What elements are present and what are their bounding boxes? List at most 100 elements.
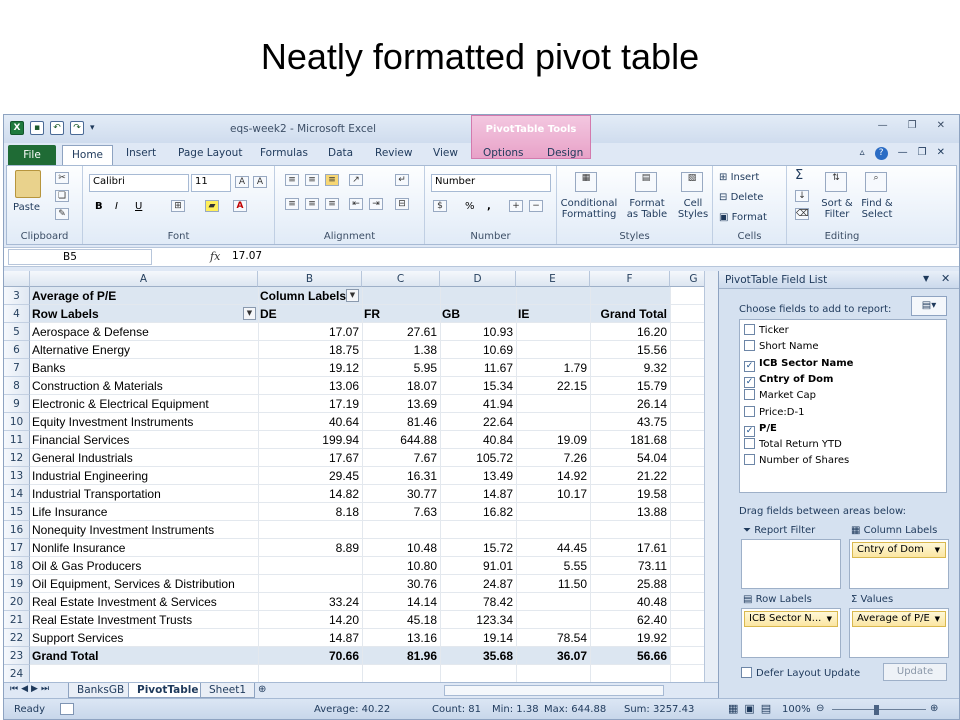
align-center-icon[interactable]: ≡ (305, 198, 319, 210)
bold-button[interactable]: B (95, 201, 103, 212)
tab-view[interactable]: View (433, 147, 458, 159)
checkbox-empty-icon[interactable] (744, 340, 755, 352)
value-cell[interactable] (258, 557, 362, 575)
row-label[interactable]: Real Estate Investment & Services (30, 593, 258, 611)
value-cell[interactable] (516, 341, 590, 359)
value-cell[interactable]: 15.72 (440, 539, 516, 557)
horizontal-scrollbar[interactable] (444, 685, 664, 696)
row-label[interactable]: Real Estate Investment Trusts (30, 611, 258, 629)
value-cell[interactable]: 19.58 (590, 485, 670, 503)
value-cell[interactable] (516, 395, 590, 413)
header-ie[interactable]: IE (516, 305, 590, 323)
italic-button[interactable]: I (115, 201, 118, 212)
decrease-indent-icon[interactable]: ⇤ (349, 198, 363, 210)
font-size-input[interactable]: 11 (191, 174, 231, 192)
header-grand-total[interactable]: Grand Total (590, 305, 670, 323)
value-cell[interactable] (516, 323, 590, 341)
format-as-table-button[interactable]: Format as Table (623, 198, 671, 220)
value-cell[interactable]: 16.20 (590, 323, 670, 341)
grand-total-cell[interactable]: 35.68 (440, 647, 516, 665)
value-cell[interactable] (362, 521, 440, 539)
row-header[interactable]: 20 (4, 593, 30, 611)
value-cell[interactable]: 13.16 (362, 629, 440, 647)
row-header[interactable]: 6 (4, 341, 30, 359)
value-cell[interactable]: 17.19 (258, 395, 362, 413)
value-cell[interactable]: 21.22 (590, 467, 670, 485)
values-field-chip[interactable]: Average of P/E ▼ (852, 611, 946, 627)
row-labels-zone[interactable]: ICB Sector N... ▼ (741, 608, 841, 658)
value-cell[interactable] (590, 521, 670, 539)
value-cell[interactable]: 123.34 (440, 611, 516, 629)
row-label[interactable]: Oil & Gas Producers (30, 557, 258, 575)
font-color-icon[interactable]: A (233, 200, 247, 212)
row-field-chip[interactable]: ICB Sector N... ▼ (744, 611, 838, 627)
row-header[interactable]: 24 (4, 665, 30, 682)
value-cell[interactable]: 43.75 (590, 413, 670, 431)
value-cell[interactable]: 91.01 (440, 557, 516, 575)
field-item[interactable]: Number of Shares (744, 454, 849, 470)
value-cell[interactable]: 25.88 (590, 575, 670, 593)
field-item[interactable]: Market Cap (744, 389, 816, 405)
close-icon[interactable]: ✕ (937, 120, 945, 131)
fill-icon[interactable]: ↓ (795, 190, 809, 202)
value-cell[interactable] (516, 503, 590, 521)
column-header-c[interactable]: C (362, 271, 440, 287)
row-label[interactable]: Oil Equipment, Services & Distribution (30, 575, 258, 593)
row-label[interactable]: Nonlife Insurance (30, 539, 258, 557)
grand-total-cell[interactable]: 81.96 (362, 647, 440, 665)
sheet-tab-pivottable[interactable]: PivotTable (128, 683, 208, 698)
doc-restore-icon[interactable]: ❐ (918, 147, 927, 160)
value-cell[interactable]: 30.76 (362, 575, 440, 593)
redo-icon[interactable]: ↷ (70, 121, 84, 135)
row-header[interactable]: 8 (4, 377, 30, 395)
increase-decimal-icon[interactable]: + (509, 200, 523, 212)
value-cell[interactable]: 78.54 (516, 629, 590, 647)
grow-font-icon[interactable]: A (235, 176, 249, 188)
value-cell[interactable]: 7.26 (516, 449, 590, 467)
insert-function-button[interactable]: fx (210, 250, 220, 263)
zoom-out-icon[interactable]: ⊖ (816, 703, 824, 714)
value-cell[interactable]: 1.38 (362, 341, 440, 359)
value-cell[interactable]: 14.82 (258, 485, 362, 503)
align-left-icon[interactable]: ≡ (285, 198, 299, 210)
sheet-tab-banksgb[interactable]: BanksGB (68, 683, 134, 698)
tab-options[interactable]: Options (483, 147, 524, 159)
tab-data[interactable]: Data (328, 147, 353, 159)
row-label[interactable]: Nonequity Investment Instruments (30, 521, 258, 539)
number-format-select[interactable]: Number (431, 174, 551, 192)
field-item[interactable]: Price:D-1 (744, 405, 804, 422)
value-cell[interactable]: 30.77 (362, 485, 440, 503)
sort-filter-button[interactable]: Sort & Filter (817, 198, 857, 220)
value-cell[interactable]: 29.45 (258, 467, 362, 485)
format-as-table-icon[interactable]: ▤ (635, 172, 657, 192)
row-header[interactable]: 18 (4, 557, 30, 575)
row-label[interactable]: Electronic & Electrical Equipment (30, 395, 258, 413)
column-header-d[interactable]: D (440, 271, 516, 287)
font-name-input[interactable]: Calibri (89, 174, 189, 192)
row-header[interactable]: 9 (4, 395, 30, 413)
defer-layout-update[interactable]: Defer Layout Update (741, 667, 860, 679)
name-box[interactable]: B5 (8, 249, 152, 265)
wrap-text-icon[interactable]: ↵ (395, 174, 409, 186)
value-cell[interactable] (258, 575, 362, 593)
value-cell[interactable]: 26.14 (590, 395, 670, 413)
column-labels-zone[interactable]: Cntry of Dom ▼ (849, 539, 949, 589)
value-cell[interactable]: 62.40 (590, 611, 670, 629)
field-item[interactable]: ✓ ICB Sector Name (744, 357, 853, 373)
header-gb[interactable]: GB (440, 305, 516, 323)
cut-icon[interactable]: ✂ (55, 172, 69, 184)
column-field-chip[interactable]: Cntry of Dom ▼ (852, 542, 946, 558)
value-cell[interactable]: 5.95 (362, 359, 440, 377)
row-header[interactable]: 12 (4, 449, 30, 467)
zoom-in-icon[interactable]: ⊕ (930, 703, 938, 714)
zoom-level[interactable]: 100% (782, 704, 811, 715)
delete-cells-button[interactable]: ⊟ Delete (719, 192, 763, 203)
help-icon[interactable]: ? (874, 147, 888, 160)
value-cell[interactable]: 40.64 (258, 413, 362, 431)
value-cell[interactable] (440, 521, 516, 539)
increase-indent-icon[interactable]: ⇥ (369, 198, 383, 210)
checkbox-checked-icon[interactable]: ✓ (744, 425, 755, 437)
value-cell[interactable]: 1.79 (516, 359, 590, 377)
sheet-nav-arrows-icon[interactable]: ⏮◀▶⏭ (10, 684, 52, 694)
borders-icon[interactable]: ⊞ (171, 200, 185, 212)
